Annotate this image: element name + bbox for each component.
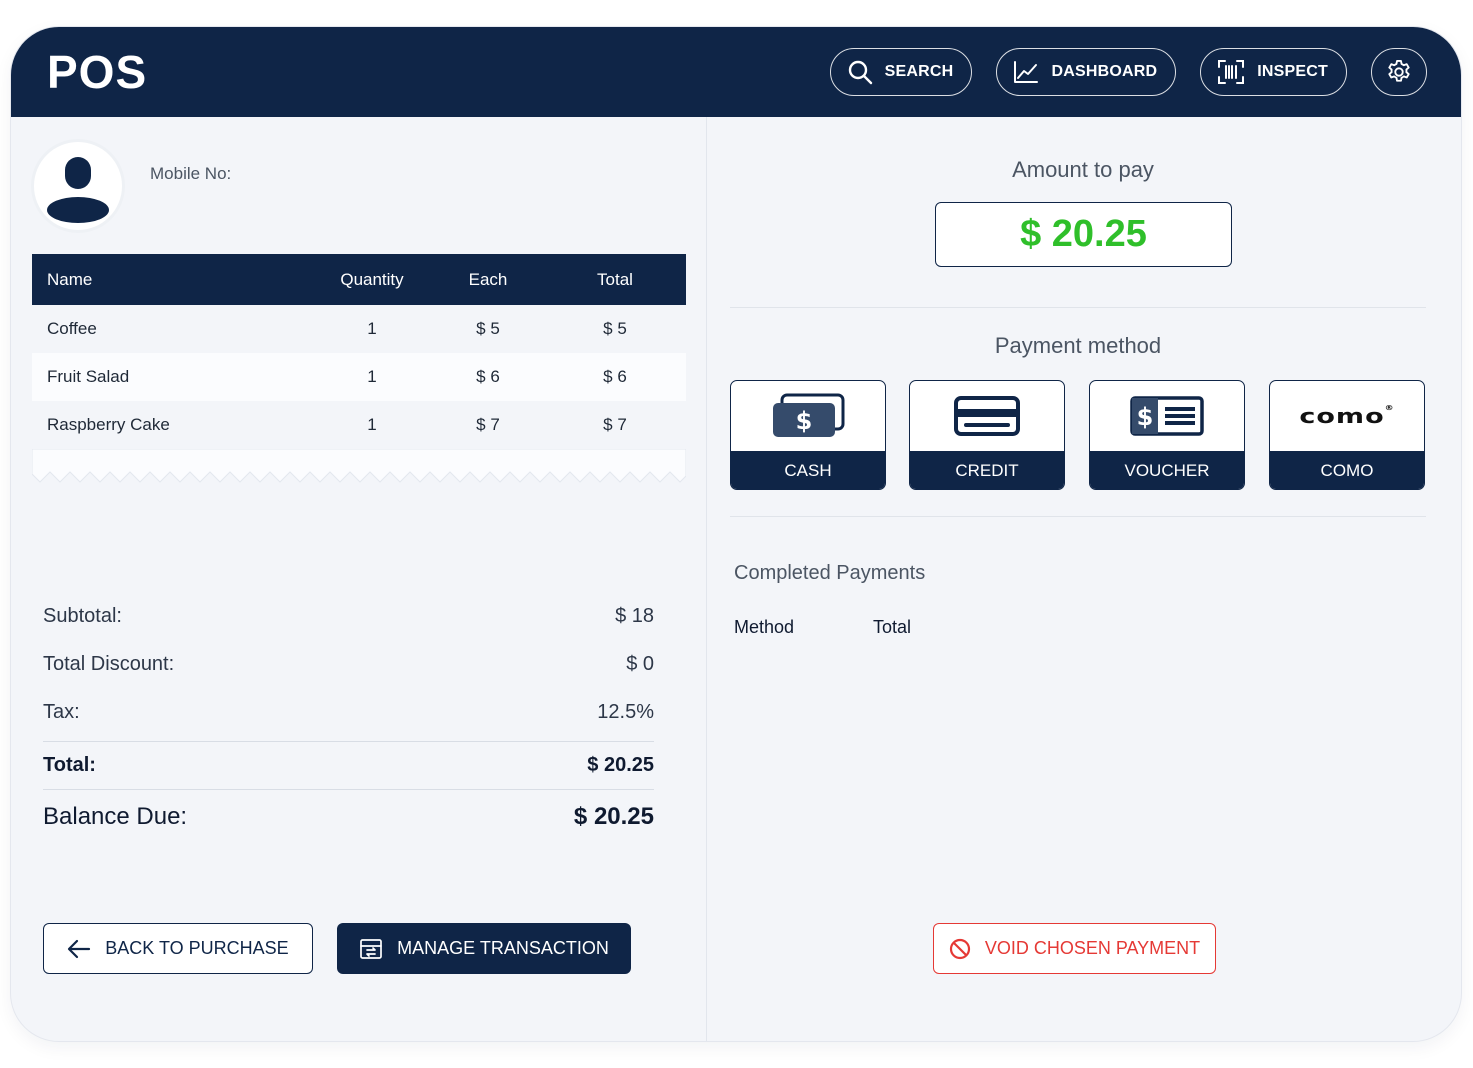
item-total: $ 7: [544, 401, 686, 449]
barcode-scan-icon: [1218, 60, 1245, 84]
customer-avatar[interactable]: [34, 142, 122, 230]
void-chosen-payment-button[interactable]: VOID CHOSEN PAYMENT: [933, 923, 1216, 974]
item-total: $ 5: [544, 305, 686, 353]
tax-value: 12.5%: [597, 701, 654, 723]
item-quantity: 1: [312, 353, 432, 401]
tax-row: Tax: 12.5%: [43, 701, 654, 724]
como-logo-text: como: [1299, 404, 1385, 428]
table-header-row: Name Quantity Each Total: [32, 254, 686, 305]
cash-icon: $: [773, 393, 845, 437]
credit-label: CREDIT: [910, 451, 1064, 489]
search-button-label: SEARCH: [884, 63, 954, 80]
discount-value: $ 0: [626, 653, 654, 675]
amount-to-pay-box: $ 20.25: [935, 202, 1232, 267]
section-divider: [730, 516, 1426, 517]
item-total: $ 6: [544, 353, 686, 401]
void-chosen-payment-label: VOID CHOSEN PAYMENT: [984, 938, 1201, 958]
completed-payments-header-total: Total: [873, 617, 912, 637]
total-row: Total: $ 20.25: [43, 754, 654, 777]
voucher-icon: $: [1130, 396, 1204, 436]
total-label: Total:: [43, 754, 96, 776]
item-quantity: 1: [312, 305, 432, 353]
svg-text:$: $: [1137, 403, 1154, 431]
subtotal-label: Subtotal:: [43, 605, 122, 627]
inspect-button-label: INSPECT: [1257, 63, 1328, 80]
payment-method-como[interactable]: como® COMO: [1269, 380, 1425, 490]
amount-to-pay-value: $ 20.25: [1020, 213, 1147, 255]
user-icon: [47, 157, 109, 223]
payment-method-cash[interactable]: $ CASH: [730, 380, 886, 490]
discount-row: Total Discount: $ 0: [43, 653, 654, 676]
total-value: $ 20.25: [587, 754, 654, 776]
subtotal-value: $ 18: [615, 605, 654, 627]
back-to-purchase-button[interactable]: BACK TO PURCHASE: [43, 923, 313, 974]
manage-transaction-label: MANAGE TRANSACTION: [397, 938, 609, 958]
item-name: Coffee: [32, 305, 312, 353]
completed-payments-label: Completed Payments: [734, 562, 926, 584]
pane-divider: [706, 117, 707, 1041]
summary-divider: [43, 741, 654, 742]
column-header-name: Name: [32, 254, 312, 305]
gear-icon: [1388, 59, 1410, 82]
dashboard-button[interactable]: DASHBOARD: [996, 48, 1177, 96]
transaction-icon: [360, 938, 382, 959]
table-row[interactable]: Raspberry Cake 1 $ 7 $ 7: [32, 401, 686, 449]
payment-method-label: Payment method: [994, 333, 1162, 358]
subtotal-row: Subtotal: $ 18: [43, 605, 654, 628]
app-title: POS: [47, 46, 148, 98]
inspect-button[interactable]: INSPECT: [1200, 48, 1347, 96]
como-logo: como®: [1299, 404, 1395, 428]
search-icon: [848, 60, 872, 85]
svg-text:$: $: [796, 407, 813, 435]
pos-screen: POS SEARCH DASHBOARD INSPECT Mobile No: …: [11, 27, 1461, 1041]
arrow-left-icon: [68, 939, 91, 958]
search-button[interactable]: SEARCH: [829, 48, 973, 96]
mobile-number-label: Mobile No:: [150, 164, 232, 183]
item-each: $ 7: [432, 401, 544, 449]
payment-method-credit[interactable]: CREDIT: [909, 380, 1065, 490]
item-quantity: 1: [312, 401, 432, 449]
table-row[interactable]: Coffee 1 $ 5 $ 5: [32, 305, 686, 353]
voucher-label: VOUCHER: [1090, 451, 1244, 489]
item-name: Raspberry Cake: [32, 401, 312, 449]
section-divider: [730, 307, 1426, 308]
discount-label: Total Discount:: [43, 653, 175, 675]
balance-due-label: Balance Due:: [43, 803, 188, 830]
cash-label: CASH: [731, 451, 885, 489]
back-to-purchase-label: BACK TO PURCHASE: [105, 938, 289, 958]
chart-icon: [1014, 61, 1039, 83]
top-bar: POS SEARCH DASHBOARD INSPECT: [11, 27, 1461, 117]
column-header-total: Total: [544, 254, 686, 305]
completed-payments-header-method: Method: [734, 617, 795, 637]
payment-method-voucher[interactable]: $ VOUCHER: [1089, 380, 1245, 490]
item-each: $ 6: [432, 353, 544, 401]
tax-label: Tax:: [43, 701, 80, 723]
prohibited-icon: [949, 938, 970, 959]
item-each: $ 5: [432, 305, 544, 353]
balance-due-row: Balance Due: $ 20.25: [43, 803, 654, 831]
column-header-quantity: Quantity: [312, 254, 432, 305]
items-table: Name Quantity Each Total Coffee 1 $ 5 $ …: [32, 254, 686, 449]
credit-card-icon: [954, 396, 1020, 436]
item-name: Fruit Salad: [32, 353, 312, 401]
receipt-tear-edge: [32, 449, 686, 483]
manage-transaction-button[interactable]: MANAGE TRANSACTION: [337, 923, 631, 974]
header-actions: SEARCH DASHBOARD INSPECT: [806, 48, 1427, 96]
settings-button[interactable]: [1371, 48, 1427, 96]
balance-due-value: $ 20.25: [573, 803, 654, 830]
como-label: COMO: [1270, 451, 1424, 489]
dashboard-button-label: DASHBOARD: [1051, 63, 1158, 80]
column-header-each: Each: [432, 254, 544, 305]
amount-to-pay-label: Amount to pay: [1012, 157, 1154, 182]
table-row[interactable]: Fruit Salad 1 $ 6 $ 6: [32, 353, 686, 401]
summary-divider: [43, 789, 654, 790]
